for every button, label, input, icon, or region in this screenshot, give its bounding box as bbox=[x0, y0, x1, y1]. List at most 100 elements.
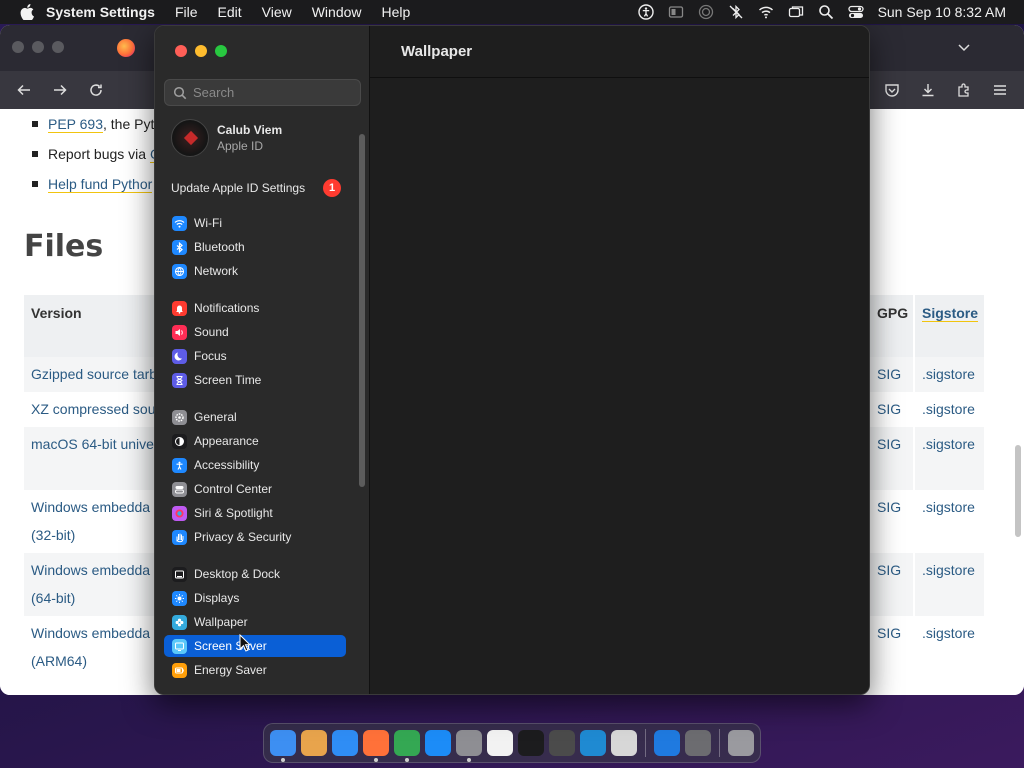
browser-close-button[interactable] bbox=[12, 41, 24, 53]
sigstore-link[interactable]: .sigstore bbox=[922, 556, 975, 584]
rocket-icon[interactable] bbox=[685, 730, 711, 756]
sidebar-item-accessibility[interactable]: Accessibility bbox=[164, 454, 346, 476]
apple-id-card[interactable]: Calub Viem Apple ID bbox=[171, 119, 282, 157]
menu-file[interactable]: File bbox=[175, 4, 198, 20]
sidebar-item-appearance[interactable]: Appearance bbox=[164, 430, 346, 452]
update-apple-id-settings[interactable]: Update Apple ID Settings 1 bbox=[171, 179, 341, 197]
sidebar-item-focus[interactable]: Focus bbox=[164, 345, 346, 367]
sig-link[interactable]: SIG bbox=[877, 395, 901, 423]
header-sigstore-link[interactable]: Sigstore bbox=[922, 305, 979, 322]
airdrop-icon[interactable] bbox=[698, 4, 714, 20]
sidebar-item-general[interactable]: General bbox=[164, 406, 346, 428]
search-input[interactable] bbox=[193, 85, 353, 100]
finder-icon[interactable] bbox=[270, 730, 296, 762]
screen-mirroring-icon[interactable] bbox=[788, 4, 804, 20]
sig-link[interactable]: SIG bbox=[877, 619, 901, 647]
file-link[interactable]: XZ compressed sou bbox=[31, 395, 156, 423]
sidebar-item-wi-fi[interactable]: Wi-Fi bbox=[164, 212, 346, 234]
page-scrollbar[interactable] bbox=[1015, 445, 1021, 537]
sidebar-item-control-center[interactable]: Control Center bbox=[164, 478, 346, 500]
menu-edit[interactable]: Edit bbox=[218, 4, 242, 20]
sig-link[interactable]: SIG bbox=[877, 493, 901, 521]
file-link[interactable]: Windows embedda bbox=[31, 556, 150, 584]
sigstore-link[interactable]: .sigstore bbox=[922, 430, 975, 458]
safari-icon[interactable] bbox=[332, 730, 358, 756]
menu-app-name[interactable]: System Settings bbox=[46, 4, 155, 20]
sig-link[interactable]: SIG bbox=[877, 556, 901, 584]
file-link[interactable]: macOS 64-bit unive bbox=[31, 430, 154, 458]
sidebar-item-siri-spotlight[interactable]: Siri & Spotlight bbox=[164, 502, 346, 524]
vscode-icon[interactable] bbox=[580, 730, 606, 756]
sigstore-link[interactable]: .sigstore bbox=[922, 619, 975, 647]
sig-link[interactable]: SIG bbox=[877, 430, 901, 458]
chevron-down-icon[interactable] bbox=[956, 39, 972, 55]
trash-icon[interactable] bbox=[728, 730, 754, 756]
minimize-button[interactable] bbox=[195, 45, 207, 57]
file-link[interactable]: Gzipped source tarb bbox=[31, 360, 157, 388]
menu-view[interactable]: View bbox=[262, 4, 292, 20]
terminal-icon[interactable] bbox=[518, 730, 544, 756]
pep-link[interactable]: PEP 693 bbox=[48, 116, 104, 133]
spotlight-search-icon[interactable] bbox=[818, 4, 834, 20]
app-store-icon[interactable] bbox=[425, 730, 451, 756]
file-link[interactable]: Windows embedda bbox=[31, 493, 150, 521]
textedit-icon[interactable] bbox=[487, 730, 513, 756]
sidebar-item-displays[interactable]: Displays bbox=[164, 587, 346, 609]
file-link[interactable]: Windows embedda bbox=[31, 619, 150, 647]
pocket-icon[interactable] bbox=[884, 82, 900, 98]
file-link-line2[interactable]: (64-bit) bbox=[31, 584, 75, 612]
help-fund-link[interactable]: Help fund Pythor bbox=[48, 176, 153, 193]
firefox-tab-icon[interactable] bbox=[117, 39, 135, 57]
firefox-icon[interactable] bbox=[363, 730, 389, 762]
sigstore-link[interactable]: .sigstore bbox=[922, 395, 975, 423]
sidebar-item-screen-time[interactable]: Screen Time bbox=[164, 369, 346, 391]
speaker-icon bbox=[172, 324, 187, 340]
forward-arrow-icon[interactable] bbox=[52, 82, 68, 98]
sidebar-item-wallpaper[interactable]: Wallpaper bbox=[164, 611, 346, 633]
menu-window[interactable]: Window bbox=[312, 4, 362, 20]
sidebar-item-label: Screen Time bbox=[194, 373, 262, 387]
display-icon[interactable] bbox=[668, 4, 684, 20]
reload-icon[interactable] bbox=[88, 82, 104, 98]
wifi-icon[interactable] bbox=[758, 4, 774, 20]
apple-logo-icon[interactable] bbox=[20, 4, 34, 20]
bluetooth-off-icon[interactable] bbox=[728, 4, 744, 20]
preview-icon[interactable] bbox=[611, 730, 637, 756]
accessibility-icon[interactable] bbox=[637, 4, 654, 20]
sigstore-link[interactable]: .sigstore bbox=[922, 360, 975, 388]
chrome-icon[interactable] bbox=[394, 730, 420, 762]
sidebar-item-desktop-dock[interactable]: Desktop & Dock bbox=[164, 563, 346, 585]
close-button[interactable] bbox=[175, 45, 187, 57]
sidebar-item-network[interactable]: Network bbox=[164, 260, 346, 282]
menu-clock[interactable]: Sun Sep 10 8:32 AM bbox=[878, 4, 1006, 20]
sidebar-item-screen-saver[interactable]: Screen Saver bbox=[164, 635, 346, 657]
browser-zoom-button[interactable] bbox=[52, 41, 64, 53]
back-arrow-icon[interactable] bbox=[16, 82, 32, 98]
sidebar-item-privacy-security[interactable]: Privacy & Security bbox=[164, 526, 346, 548]
file-link-line2[interactable]: (ARM64) bbox=[31, 647, 87, 675]
sidebar-item-bluetooth[interactable]: Bluetooth bbox=[164, 236, 346, 258]
hamburger-menu-icon[interactable] bbox=[992, 82, 1008, 98]
zoom-button[interactable] bbox=[215, 45, 227, 57]
running-indicator bbox=[405, 758, 409, 762]
sidebar-scrollbar[interactable] bbox=[359, 134, 365, 487]
sidebar-item-notifications[interactable]: Notifications bbox=[164, 297, 346, 319]
control-center-icon[interactable] bbox=[847, 4, 864, 20]
system-settings-icon[interactable] bbox=[456, 730, 482, 762]
download-icon[interactable] bbox=[920, 82, 936, 98]
browser-minimize-button[interactable] bbox=[32, 41, 44, 53]
sig-link[interactable]: SIG bbox=[877, 360, 901, 388]
hand-icon bbox=[172, 529, 187, 545]
extensions-icon[interactable] bbox=[956, 82, 972, 98]
brush-icon[interactable] bbox=[549, 730, 575, 756]
sun-icon bbox=[172, 590, 187, 606]
dock bbox=[263, 723, 761, 763]
launchpad-icon[interactable] bbox=[301, 730, 327, 756]
sigstore-link[interactable]: .sigstore bbox=[922, 493, 975, 521]
keynote-icon[interactable] bbox=[654, 730, 680, 756]
sidebar-item-sound[interactable]: Sound bbox=[164, 321, 346, 343]
menu-help[interactable]: Help bbox=[382, 4, 411, 20]
sidebar-search bbox=[164, 79, 361, 106]
file-link-line2[interactable]: (32-bit) bbox=[31, 521, 75, 549]
sidebar-item-energy-saver[interactable]: Energy Saver bbox=[164, 659, 346, 681]
